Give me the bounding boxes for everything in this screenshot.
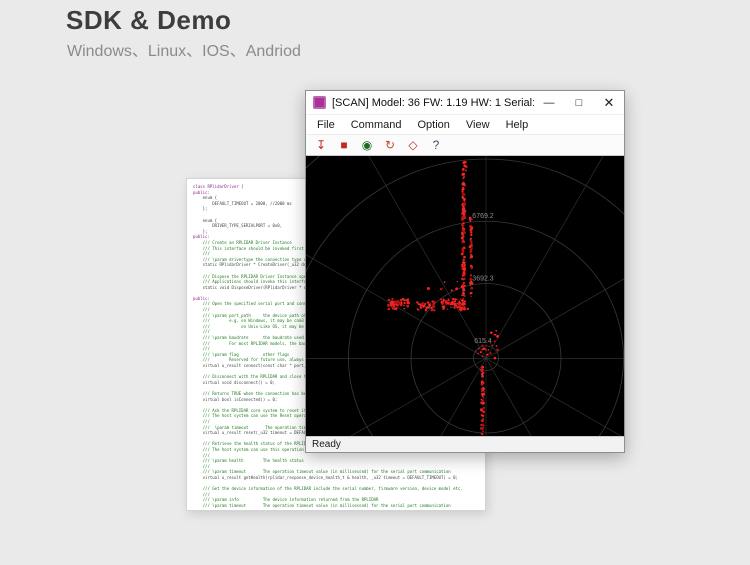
scan-canvas[interactable]: 615.4 3692.3 6769.2 9846.2 (306, 156, 624, 436)
page-title: SDK & Demo (66, 5, 232, 35)
scan-window: [SCAN] Model: 36 FW: 1.19 HW: 1 Serial: … (305, 90, 625, 453)
minimize-button[interactable]: — (534, 91, 564, 114)
motor-icon[interactable]: ◉ (357, 136, 377, 154)
menu-item-file[interactable]: File (309, 119, 343, 131)
connect-icon[interactable]: ↧ (311, 136, 331, 154)
page-subtitle: Windows、Linux、IOS、Andriod (67, 43, 301, 60)
menu-item-command[interactable]: Command (343, 119, 410, 131)
menu-bar: File Command Option View Help (306, 115, 624, 134)
titlebar[interactable]: [SCAN] Model: 36 FW: 1.19 HW: 1 Serial: … (306, 91, 624, 115)
restart-icon[interactable]: ↻ (380, 136, 400, 154)
maximize-button[interactable]: □ (564, 91, 594, 114)
window-title: [SCAN] Model: 36 FW: 1.19 HW: 1 Serial: … (332, 96, 534, 109)
toolbar: ↧ ■ ◉ ↻ ◇? (306, 134, 624, 156)
code-line: /// \param timeout The operation timeout… (193, 502, 451, 508)
code-line: /// Get the device information of the RP… (193, 486, 463, 492)
status-bar: Ready (306, 436, 624, 452)
code-line: virtual u_result getHealth(rplidar_respo… (193, 474, 458, 480)
radar-ring-label: 6769.2 (472, 213, 493, 220)
window-controls: — □ ✕ (534, 91, 624, 114)
close-button[interactable]: ✕ (594, 91, 624, 114)
stop-motor-icon[interactable]: ◇ (403, 136, 423, 154)
radar-ring-label: 9846.2 (472, 156, 493, 158)
menu-item-help[interactable]: Help (498, 119, 537, 131)
stop-scan-icon[interactable]: ■ (334, 136, 354, 154)
radar-scan-points (387, 160, 499, 436)
radar-ring-label: 3692.3 (472, 276, 493, 283)
radar-ring-label: 615.4 (474, 338, 492, 345)
menu-item-option[interactable]: Option (409, 119, 457, 131)
help-icon[interactable]: ? (426, 136, 446, 154)
radar-plot: 615.4 3692.3 6769.2 9846.2 (306, 156, 624, 436)
status-text: Ready (312, 439, 341, 450)
menu-item-view[interactable]: View (458, 119, 498, 131)
app-icon (313, 96, 326, 109)
